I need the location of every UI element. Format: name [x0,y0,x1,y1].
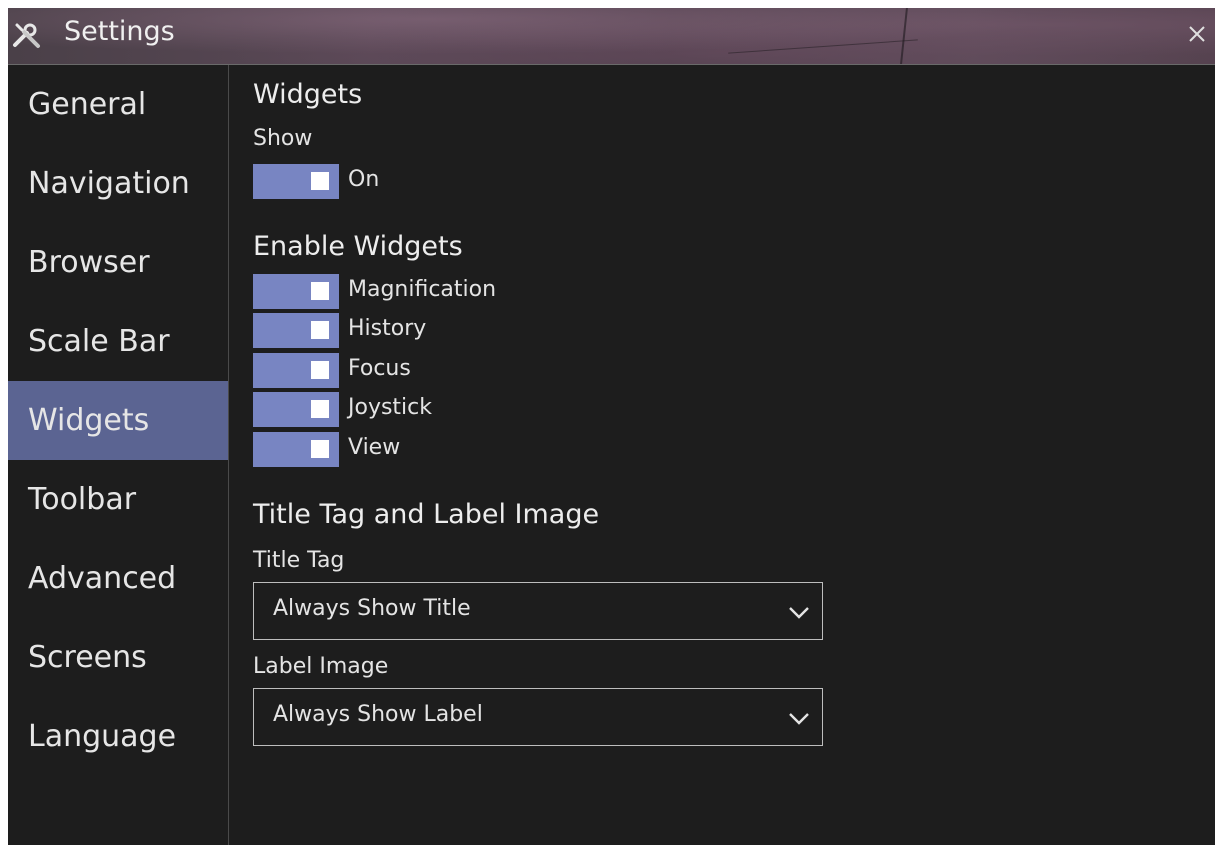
title-bar: Settings [8,8,1215,65]
joystick-label: Joystick [348,395,433,420]
sidebar-item-screens[interactable]: Screens [8,618,228,697]
magnification-toggle[interactable] [253,274,339,309]
sidebar-item-advanced[interactable]: Advanced [8,539,228,618]
toggle-knob [311,321,329,339]
chevron-down-icon [789,713,809,725]
label-image-label: Label Image [253,654,389,679]
close-icon[interactable] [1183,20,1211,48]
toggle-knob [311,282,329,300]
show-label: Show [253,126,313,151]
widgets-settings-panel: Widgets Show On Enable Widgets Magnifica… [253,65,1193,845]
title-tag-select[interactable]: Always Show Title [253,582,823,640]
focus-toggle[interactable] [253,353,339,388]
title-tag-value: Always Show Title [273,596,471,621]
title-tag-label-image-heading: Title Tag and Label Image [253,499,600,530]
label-image-value: Always Show Label [273,702,483,727]
toggle-knob [311,400,329,418]
joystick-toggle[interactable] [253,392,339,427]
label-image-select[interactable]: Always Show Label [253,688,823,746]
window-title: Settings [64,16,175,47]
sidebar-item-navigation[interactable]: Navigation [8,144,228,223]
title-tag-label: Title Tag [253,548,345,573]
toggle-knob [311,172,329,190]
toggle-knob [311,440,329,458]
view-toggle[interactable] [253,432,339,467]
widgets-heading: Widgets [253,79,363,110]
settings-window: Settings General Navigation Browser Scal… [8,8,1215,845]
sidebar-item-general[interactable]: General [8,65,228,144]
history-toggle[interactable] [253,313,339,348]
sidebar-item-scale-bar[interactable]: Scale Bar [8,302,228,381]
toggle-knob [311,361,329,379]
show-widgets-toggle[interactable] [253,164,339,199]
tools-icon [13,23,40,48]
show-toggle-label: On [348,167,380,192]
sidebar: General Navigation Browser Scale Bar Wid… [8,65,229,845]
view-label: View [348,435,401,460]
magnification-label: Magnification [348,277,497,302]
enable-widgets-heading: Enable Widgets [253,231,463,262]
chevron-down-icon [789,607,809,619]
sidebar-item-widgets[interactable]: Widgets [8,381,228,460]
focus-label: Focus [348,356,411,381]
sidebar-item-language[interactable]: Language [8,697,228,776]
sidebar-item-toolbar[interactable]: Toolbar [8,460,228,539]
history-label: History [348,316,427,341]
sidebar-item-browser[interactable]: Browser [8,223,228,302]
